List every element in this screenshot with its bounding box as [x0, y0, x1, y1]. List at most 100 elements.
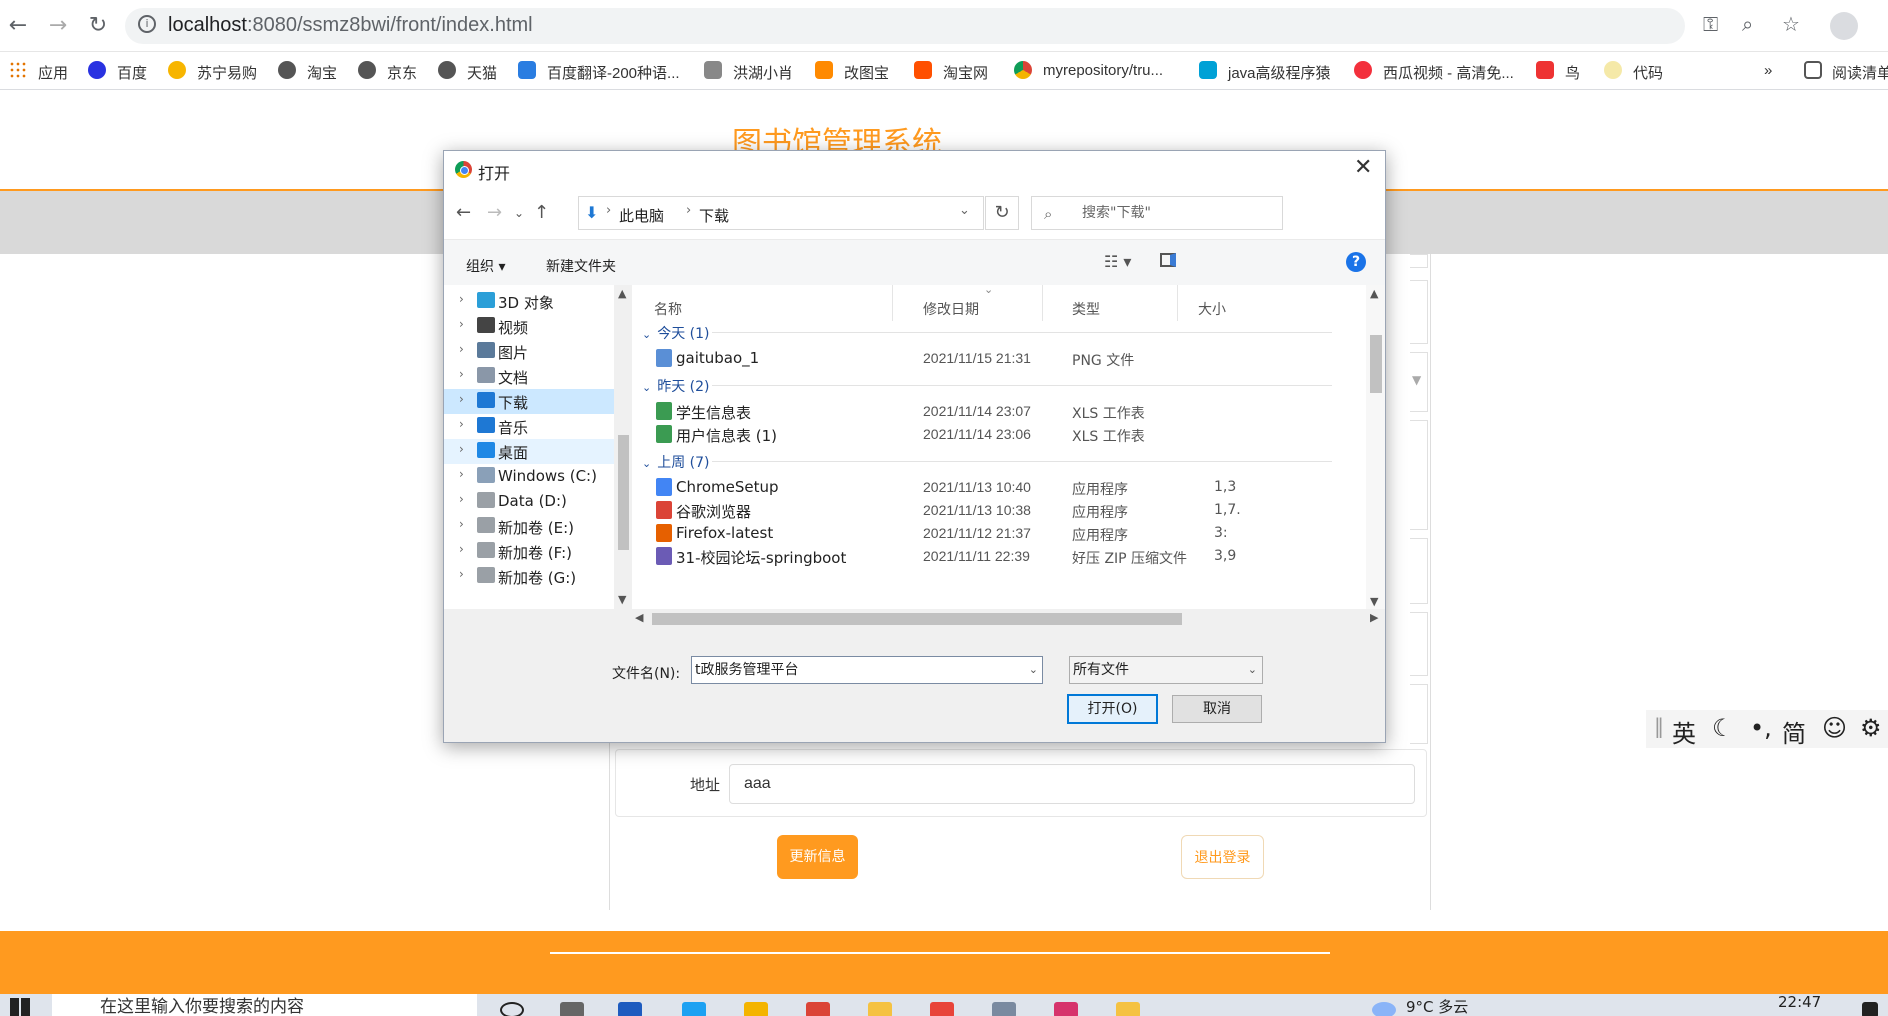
tree-item[interactable]: › 桌面 — [444, 439, 614, 464]
chevron-down-icon[interactable]: ⌄ — [1029, 657, 1038, 683]
address-input[interactable]: aaa — [729, 764, 1415, 804]
column-size[interactable]: 大小 — [1198, 299, 1226, 319]
bookmark-gaitubao[interactable]: 改图宝 — [844, 62, 889, 83]
emoji-icon[interactable]: ☺ — [1822, 714, 1847, 742]
bookmark-xigua[interactable]: 西瓜视频 - 高清免... — [1383, 62, 1514, 83]
file-row[interactable]: 31-校园论坛-springboot 2021/11/11 22:39 好压 ZIP… — [632, 545, 1372, 567]
chevron-down-icon[interactable]: ⌄ — [959, 203, 970, 218]
cancel-button[interactable]: 取消 — [1172, 695, 1262, 723]
breadcrumb[interactable]: ⬇ › 此电脑 › 下载 ⌄ — [578, 196, 984, 230]
preview-pane-icon[interactable] — [1160, 253, 1176, 267]
recent-locations-icon[interactable]: ⌄ — [514, 206, 524, 220]
chevron-right-icon[interactable]: › — [459, 442, 464, 456]
vscode-icon[interactable] — [618, 1002, 642, 1016]
app-icon[interactable] — [930, 1002, 954, 1016]
key-icon[interactable]: ⚿ — [1703, 12, 1718, 36]
file-row[interactable]: 谷歌浏览器 2021/11/13 10:38 应用程序 1,7. — [632, 499, 1372, 521]
logout-button[interactable]: 退出登录 — [1181, 835, 1264, 879]
file-row[interactable]: ChromeSetup 2021/11/13 10:40 应用程序 1,3 — [632, 476, 1372, 498]
zoom-icon[interactable]: ⌕ — [1742, 12, 1753, 36]
folder-icon[interactable] — [868, 1002, 892, 1016]
file-row[interactable]: 学生信息表 2021/11/14 23:07 XLS 工作表 — [632, 400, 1372, 422]
back-icon[interactable]: ← — [4, 12, 32, 40]
tree-item[interactable]: › 下载 — [444, 389, 614, 414]
bookmark-bird[interactable]: 鸟 — [1565, 62, 1580, 83]
edge-icon[interactable] — [682, 1002, 706, 1016]
bookmark-baidu-translate[interactable]: 百度翻译-200种语... — [547, 62, 680, 83]
chevron-right-icon[interactable]: › — [459, 392, 464, 406]
refresh-icon[interactable]: ↻ — [985, 196, 1019, 230]
filename-input[interactable]: t政服务管理平台 ⌄ — [691, 656, 1043, 684]
view-options-icon[interactable]: ☷ ▾ — [1104, 252, 1131, 271]
chevron-right-icon[interactable]: › — [459, 342, 464, 356]
chevron-right-icon[interactable]: › — [459, 292, 464, 306]
update-info-button[interactable]: 更新信息 — [777, 835, 858, 879]
app-icon[interactable] — [992, 1002, 1016, 1016]
task-view-icon[interactable] — [560, 1002, 584, 1016]
bookmark-myrepository[interactable]: myrepository/tru... — [1043, 62, 1163, 79]
bookmark-taobao[interactable]: 淘宝 — [307, 62, 337, 83]
tree-item[interactable]: › 3D 对象 — [444, 289, 614, 314]
organize-button[interactable]: 组织 ▾ — [466, 256, 505, 276]
close-icon[interactable]: ✕ — [1354, 155, 1372, 180]
file-row[interactable]: Firefox-latest 2021/11/12 21:37 应用程序 3: — [632, 522, 1372, 544]
notification-icon[interactable] — [1862, 1002, 1878, 1016]
ime-language[interactable]: 英 — [1672, 714, 1696, 749]
punctuation-icon[interactable]: •, — [1750, 714, 1772, 742]
file-list-scrollbar[interactable]: ▲ ▼ — [1366, 285, 1385, 609]
forward-icon[interactable]: → — [44, 12, 72, 40]
scroll-right-icon[interactable]: ▶ — [1370, 611, 1378, 624]
bookmark-apps[interactable]: 应用 — [38, 62, 68, 83]
file-row[interactable]: gaitubao_1 2021/11/15 21:31 PNG 文件 — [632, 347, 1372, 369]
nav-scrollbar[interactable]: ▲ ▼ — [615, 285, 632, 609]
bookmark-honghu[interactable]: 洪湖小肖 — [733, 62, 793, 83]
bookmark-suning[interactable]: 苏宁易购 — [197, 62, 257, 83]
tree-item[interactable]: › 文档 — [444, 364, 614, 389]
weather-icon[interactable] — [1372, 1002, 1396, 1016]
tree-item[interactable]: › 视频 — [444, 314, 614, 339]
info-icon[interactable]: i — [138, 15, 156, 33]
column-type[interactable]: 类型 — [1072, 299, 1100, 319]
column-date[interactable]: 修改日期 — [923, 299, 979, 319]
tree-item[interactable]: › 新加卷 (E:) — [444, 514, 614, 539]
bookmark-baidu[interactable]: 百度 — [117, 62, 147, 83]
scroll-up-icon[interactable]: ▲ — [1370, 287, 1378, 300]
chevron-right-icon[interactable]: › — [459, 317, 464, 331]
tree-item[interactable]: › 新加卷 (G:) — [444, 564, 614, 589]
chevron-right-icon[interactable]: › — [459, 542, 464, 556]
filetype-select[interactable]: 所有文件 ⌄ — [1069, 656, 1263, 684]
breadcrumb-downloads[interactable]: 下载 — [699, 205, 729, 226]
drag-handle-icon[interactable]: ‖ — [1654, 714, 1664, 738]
help-icon[interactable]: ? — [1346, 252, 1366, 272]
search-input[interactable]: 搜索"下载" — [1031, 196, 1283, 230]
column-name[interactable]: 名称 — [654, 299, 682, 319]
bookmark-taobaowang[interactable]: 淘宝网 — [943, 62, 988, 83]
weather-text[interactable]: 9°C 多云 — [1406, 996, 1468, 1016]
profile-avatar[interactable] — [1830, 12, 1858, 40]
chevron-right-icon[interactable]: › — [459, 517, 464, 531]
file-list-hscrollbar[interactable]: ◀ ▶ — [632, 609, 1385, 628]
bookmark-jd[interactable]: 京东 — [387, 62, 417, 83]
reload-icon[interactable]: ↻ — [84, 12, 112, 40]
chrome-canary-icon[interactable] — [744, 1002, 768, 1016]
chevron-right-icon[interactable]: › — [459, 567, 464, 581]
ime-simplified[interactable]: 简 — [1782, 714, 1806, 749]
bookmarks-overflow[interactable]: » — [1764, 62, 1772, 79]
notes-icon[interactable] — [1116, 1002, 1140, 1016]
scroll-down-icon[interactable]: ▼ — [618, 593, 626, 606]
moon-icon[interactable]: ☾ — [1712, 714, 1734, 742]
star-icon[interactable]: ☆ — [1782, 12, 1800, 36]
bookmark-code[interactable]: 代码 — [1633, 62, 1663, 83]
scroll-down-icon[interactable]: ▼ — [1370, 595, 1378, 608]
chevron-right-icon[interactable]: › — [459, 417, 464, 431]
tree-item[interactable]: › 新加卷 (F:) — [444, 539, 614, 564]
up-icon[interactable]: ↑ — [534, 202, 549, 223]
scroll-thumb[interactable] — [1370, 335, 1382, 393]
group-header[interactable]: ⌄ 昨天 (2) — [642, 376, 710, 396]
taskbar-search[interactable]: 在这里输入你要搜索的内容 — [52, 994, 477, 1016]
tree-item[interactable]: › 音乐 — [444, 414, 614, 439]
breadcrumb-this-pc[interactable]: 此电脑 — [619, 205, 664, 226]
file-row[interactable]: 用户信息表 (1) 2021/11/14 23:06 XLS 工作表 — [632, 423, 1372, 445]
bookmark-java[interactable]: java高级程序猿 — [1228, 62, 1331, 83]
tree-item[interactable]: › Data (D:) — [444, 489, 614, 514]
